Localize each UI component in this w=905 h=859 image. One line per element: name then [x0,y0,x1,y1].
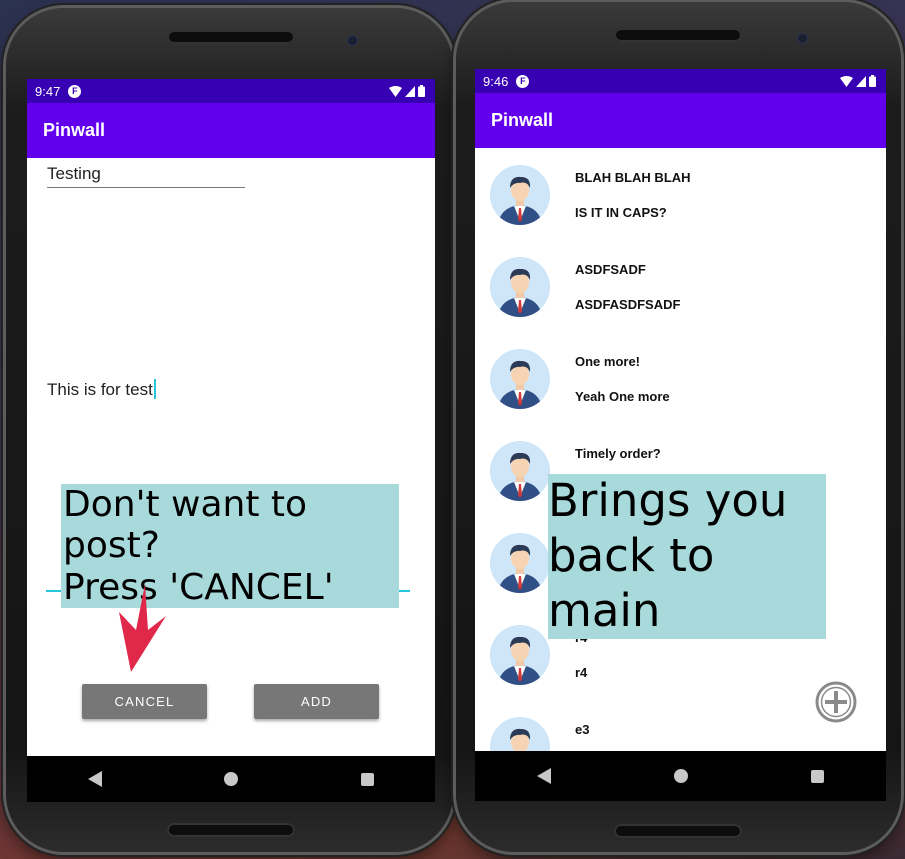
left-screen: 9:47 F Pinwall This is for test CANCEL A… [27,79,435,756]
avatar [490,441,550,501]
top-speaker [614,28,742,42]
top-speaker [167,30,295,44]
avatar [490,533,550,593]
right-phone-frame: 9:46 F Pinwall BLAH BLAH BLAH IS IT IN CA… [456,2,901,852]
wifi-icon [389,85,402,97]
post-title: One more! [575,354,641,369]
recent-apps-icon[interactable] [811,769,825,783]
avatar [490,257,550,317]
post-body-input[interactable]: This is for test [47,379,156,400]
post-body: r4 [575,665,588,680]
post-body-text: This is for test [47,380,153,399]
post-body: ASDFASDFSADF [575,297,681,312]
system-nav-bar [475,751,886,801]
status-time: 9:46 [483,73,509,89]
post-body: Yeah One more [575,389,670,404]
down-arrow-icon [119,584,166,672]
avatar [490,625,550,685]
cancel-button[interactable]: CANCEL [82,684,207,719]
back-to-main-annotation: Brings you back to main [548,474,826,639]
list-item[interactable]: BLAH BLAH BLAH IS IT IN CAPS? [475,148,886,240]
signal-icon [856,75,866,87]
home-icon[interactable] [224,772,239,786]
system-nav-bar [27,756,435,802]
list-item[interactable]: One more! Yeah One more [475,332,886,424]
notification-app-icon: F [516,74,530,88]
back-icon[interactable] [88,771,103,787]
post-title: e3 [575,722,590,737]
front-camera [348,36,357,45]
status-bar: 9:47 F [27,79,435,103]
app-bar: Pinwall [27,103,435,158]
post-body: IS IT IN CAPS? [575,205,667,220]
avatar [490,165,550,225]
annotation-line: back to main [548,528,715,637]
notification-app-icon: F [68,84,82,98]
post-title: Timely order? [575,446,661,461]
bottom-speaker [167,823,295,837]
avatar [490,349,550,409]
annotation-line: Brings you [548,474,788,527]
text-cursor [153,379,156,399]
back-icon[interactable] [536,768,551,784]
add-post-fab[interactable] [813,679,859,725]
app-title: Pinwall [491,110,554,130]
add-button[interactable]: ADD [254,684,379,719]
status-time: 9:47 [35,83,61,99]
post-title-input[interactable] [47,161,245,188]
battery-icon [418,85,425,97]
recent-apps-icon[interactable] [360,772,374,786]
cancel-annotation: Don't want to post? Press 'CANCEL' [61,484,399,609]
annotation-line: Don't want to post? [63,484,308,567]
app-title: Pinwall [43,120,106,140]
status-indicators [389,85,425,97]
add-circle-icon [815,681,857,723]
app-bar: Pinwall [475,93,886,148]
bottom-speaker [614,824,742,838]
status-indicators [840,75,876,87]
home-icon[interactable] [673,769,688,783]
post-list: BLAH BLAH BLAH IS IT IN CAPS? ASDFSADF ASD… [475,148,886,751]
left-phone-frame: 9:47 F Pinwall This is for test CANCEL A… [6,8,453,852]
avatar [490,717,550,751]
right-screen: 9:46 F Pinwall BLAH BLAH BLAH IS IT IN CA… [475,69,886,751]
front-camera [798,34,807,43]
signal-icon [405,85,415,97]
wifi-icon [840,75,853,87]
post-title: BLAH BLAH BLAH [575,170,691,185]
post-title: ASDFSADF [575,262,646,277]
status-bar: 9:46 F [475,69,886,93]
list-item[interactable]: ASDFSADF ASDFASDFSADF [475,240,886,332]
battery-icon [869,75,876,87]
annotation-line: Press 'CANCEL' [63,566,334,608]
